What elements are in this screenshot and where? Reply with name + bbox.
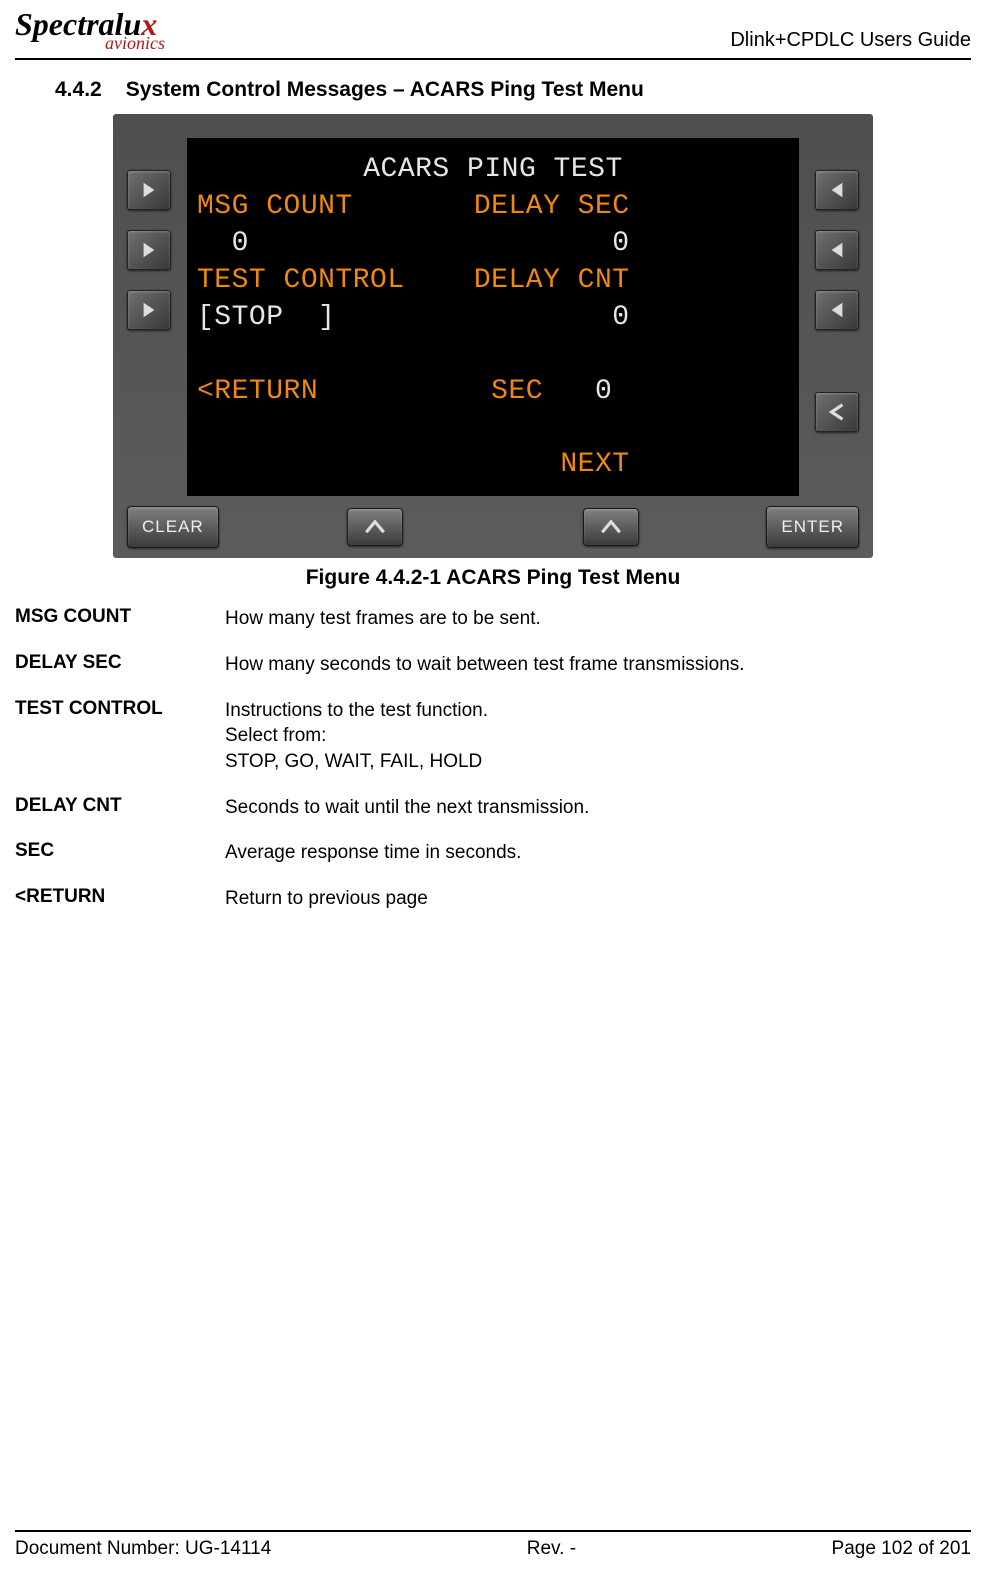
definition-term: <RETURN xyxy=(15,886,225,908)
lsk-r1-button[interactable] xyxy=(815,170,859,210)
screen-row-next: NEXT xyxy=(197,447,789,484)
lsk-r3-button[interactable] xyxy=(815,290,859,330)
definition-row: <RETURN Return to previous page xyxy=(15,886,971,912)
logo-x: x xyxy=(141,6,157,42)
lsk-l2-button[interactable] xyxy=(127,230,171,270)
up-arrow-right-button[interactable] xyxy=(583,508,639,546)
device-panel: ACARS PING TEST MSG COUNT DELAY SEC 0 0 … xyxy=(113,114,873,559)
screen-row-labels-1: MSG COUNT DELAY SEC xyxy=(197,189,789,226)
logo-text: Spectralu xyxy=(15,6,141,42)
right-side-buttons xyxy=(815,138,859,497)
logo: Spectralux avionics xyxy=(15,10,165,54)
left-side-buttons xyxy=(127,138,171,497)
screen-row-blank2 xyxy=(197,410,789,447)
section-title: System Control Messages – ACARS Ping Tes… xyxy=(126,78,644,101)
definition-term: TEST CONTROL xyxy=(15,698,225,720)
clear-button[interactable]: CLEAR xyxy=(127,506,219,548)
lsk-l1-button[interactable] xyxy=(127,170,171,210)
footer-docnum: Document Number: UG-14114 xyxy=(15,1538,271,1560)
definition-desc: Seconds to wait until the next transmiss… xyxy=(225,795,589,821)
definition-desc: How many seconds to wait between test fr… xyxy=(225,652,745,678)
page-footer: Document Number: UG-14114 Rev. - Page 10… xyxy=(15,1530,971,1560)
definition-term: SEC xyxy=(15,840,225,862)
section-heading: 4.4.2 System Control Messages – ACARS Pin… xyxy=(55,78,971,102)
definition-row: TEST CONTROL Instructions to the test fu… xyxy=(15,698,971,775)
definition-desc: Average response time in seconds. xyxy=(225,840,521,866)
screen-row-blank xyxy=(197,337,789,374)
definition-desc: How many test frames are to be sent. xyxy=(225,606,541,632)
definition-term: DELAY CNT xyxy=(15,795,225,817)
lsk-r4-button[interactable] xyxy=(815,392,859,432)
screen-row-return: <RETURN SEC 0 xyxy=(197,374,789,411)
lsk-l3-button[interactable] xyxy=(127,290,171,330)
screen-row-labels-2: TEST CONTROL DELAY CNT xyxy=(197,263,789,300)
device-figure: ACARS PING TEST MSG COUNT DELAY SEC 0 0 … xyxy=(15,114,971,559)
definition-row: SEC Average response time in seconds. xyxy=(15,840,971,866)
figure-caption: Figure 4.4.2-1 ACARS Ping Test Menu xyxy=(15,566,971,590)
definitions-list: MSG COUNT How many test frames are to be… xyxy=(15,606,971,911)
device-bottom-row: CLEAR ENTER xyxy=(127,506,859,548)
up-arrow-left-button[interactable] xyxy=(347,508,403,546)
lsk-r2-button[interactable] xyxy=(815,230,859,270)
screen-row-values-2: [STOP ] 0 xyxy=(197,300,789,337)
enter-button[interactable]: ENTER xyxy=(766,506,859,548)
definition-row: MSG COUNT How many test frames are to be… xyxy=(15,606,971,632)
screen-row-values-1: 0 0 xyxy=(197,226,789,263)
definition-desc: Instructions to the test function. Selec… xyxy=(225,698,488,775)
definition-term: MSG COUNT xyxy=(15,606,225,628)
screen-title: ACARS PING TEST xyxy=(197,152,789,189)
definition-term: DELAY SEC xyxy=(15,652,225,674)
device-screen: ACARS PING TEST MSG COUNT DELAY SEC 0 0 … xyxy=(187,138,799,497)
section-number: 4.4.2 xyxy=(55,78,102,101)
document-title: Dlink+CPDLC Users Guide xyxy=(730,29,971,52)
definition-desc: Return to previous page xyxy=(225,886,428,912)
page-header: Spectralux avionics Dlink+CPDLC Users Gu… xyxy=(15,10,971,60)
footer-rev: Rev. - xyxy=(527,1538,576,1560)
definition-row: DELAY SEC How many seconds to wait betwe… xyxy=(15,652,971,678)
definition-row: DELAY CNT Seconds to wait until the next… xyxy=(15,795,971,821)
footer-page: Page 102 of 201 xyxy=(832,1538,971,1560)
